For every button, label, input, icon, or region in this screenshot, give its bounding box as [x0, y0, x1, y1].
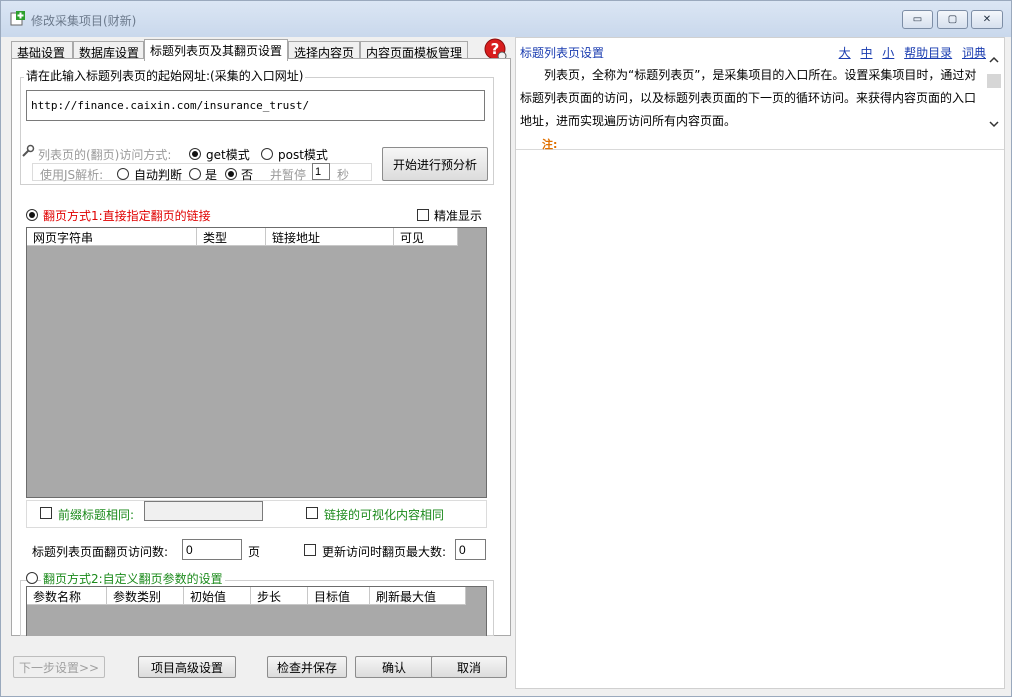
update-max-checkbox[interactable] — [304, 544, 316, 556]
close-button[interactable]: ✕ — [971, 10, 1003, 29]
help-scrollbar[interactable] — [986, 52, 1003, 148]
get-mode-label: get模式 — [206, 148, 250, 162]
col-param-type[interactable]: 参数类别 — [107, 587, 184, 605]
font-small-link[interactable]: 小 — [882, 46, 894, 60]
mode1-radio[interactable] — [26, 209, 38, 221]
tab-panel: 请在此输入标题列表页的起始网址:(采集的入口网址) 列表页的(翻页)访问方式: … — [11, 58, 511, 636]
col-target-value[interactable]: 目标值 — [308, 587, 370, 605]
help-title: 标题列表页设置 — [520, 46, 605, 60]
start-url-input[interactable] — [26, 90, 485, 121]
col-visible[interactable]: 可见 — [394, 228, 458, 246]
custom-params-grid[interactable]: 参数名称 参数类别 初始值 步长 目标值 刷新最大值 — [26, 586, 487, 636]
visual-same-checkbox[interactable] — [306, 507, 318, 519]
scroll-down-icon[interactable] — [988, 118, 1000, 130]
js-auto-radio[interactable] — [117, 168, 129, 180]
maximize-icon: ▢ — [947, 14, 958, 25]
tab-list-paging[interactable]: 标题列表页及其翻页设置 — [144, 39, 288, 61]
js-yes-radio[interactable] — [189, 168, 201, 180]
precise-display-checkbox[interactable] — [417, 209, 429, 221]
font-medium-link[interactable]: 中 — [860, 46, 872, 60]
wrench-icon — [22, 144, 35, 157]
visits-input[interactable] — [182, 539, 242, 560]
cancel-button[interactable]: 取消 — [431, 656, 507, 678]
visual-same-label: 链接的可视化内容相同 — [324, 508, 445, 522]
help-note: 注: — [542, 138, 558, 151]
advanced-settings-button[interactable]: 项目高级设置 — [138, 656, 236, 678]
js-parse-label: 使用JS解析: — [40, 168, 104, 182]
visits-label: 标题列表页面翻页访问数: — [32, 545, 169, 559]
update-max-label: 更新访问时翻页最大数: — [322, 545, 447, 559]
minimize-icon: ▭ — [912, 14, 923, 25]
js-no-label: 否 — [241, 168, 254, 182]
js-no-radio[interactable] — [225, 168, 237, 180]
access-mode-label: 列表页的(翻页)访问方式: — [38, 148, 172, 162]
prefix-same-checkbox[interactable] — [40, 507, 52, 519]
post-mode-radio[interactable] — [261, 148, 273, 160]
paging-links-grid[interactable]: 网页字符串 类型 链接地址 可见 — [26, 227, 487, 498]
help-links: 大 中 小 帮助目录 词典 — [833, 44, 986, 61]
seconds-label: 秒 — [337, 168, 350, 182]
ok-button[interactable]: 确认 — [355, 656, 433, 678]
maximize-button[interactable]: ▢ — [937, 10, 968, 29]
mode1-label: 翻页方式1:直接指定翻页的链接 — [43, 209, 211, 223]
col-page-string[interactable]: 网页字符串 — [27, 228, 197, 246]
mode2-radio[interactable] — [26, 572, 38, 584]
js-yes-label: 是 — [205, 168, 218, 182]
prefix-same-label: 前缀标题相同: — [58, 508, 135, 522]
scroll-up-icon[interactable] — [988, 54, 1000, 66]
get-mode-radio[interactable] — [189, 148, 201, 160]
app-plus-icon — [10, 11, 25, 26]
help-index-link[interactable]: 帮助目录 — [904, 46, 952, 60]
check-save-button[interactable]: 检查并保存 — [267, 656, 347, 678]
col-step[interactable]: 步长 — [251, 587, 308, 605]
col-type[interactable]: 类型 — [197, 228, 266, 246]
js-auto-label: 自动判断 — [134, 168, 183, 182]
post-mode-label: post模式 — [278, 148, 328, 162]
page-unit-label: 页 — [248, 545, 261, 559]
help-body-text: 列表页，全称为“标题列表页”，是采集项目的入口所在。设置采集项目时，通过对标题列… — [520, 68, 977, 128]
font-large-link[interactable]: 大 — [839, 46, 851, 60]
prefix-title-input[interactable] — [144, 501, 263, 521]
help-panel: 标题列表页设置 大 中 小 帮助目录 词典 列表页，全称为“标题列表页”，是采集… — [515, 37, 1005, 689]
col-initial-value[interactable]: 初始值 — [184, 587, 251, 605]
mode2-label: 翻页方式2:自定义翻页参数的设置 — [41, 570, 225, 587]
main-window: 修改采集项目(财新) ▭ ▢ ✕ 基础设置 数据库设置 标题列表页及其翻页设置 … — [0, 0, 1012, 697]
window-title: 修改采集项目(财新) — [31, 14, 137, 28]
help-header: 标题列表页设置 大 中 小 帮助目录 词典 列表页，全称为“标题列表页”，是采集… — [516, 38, 1004, 151]
scroll-thumb[interactable] — [987, 74, 1001, 88]
update-max-input[interactable] — [455, 539, 486, 560]
close-icon: ✕ — [982, 14, 992, 25]
client-area: 基础设置 数据库设置 标题列表页及其翻页设置 选择内容页 内容页面模板管理 ? … — [7, 37, 1005, 690]
start-url-group-label: 请在此输入标题列表页的起始网址:(采集的入口网址) — [24, 67, 306, 84]
precise-display-label: 精准显示 — [434, 209, 483, 223]
dictionary-link[interactable]: 词典 — [962, 46, 986, 60]
col-param-name[interactable]: 参数名称 — [27, 587, 107, 605]
preanalyze-button[interactable]: 开始进行预分析 — [382, 147, 488, 181]
pause-seconds-input[interactable] — [312, 163, 330, 180]
col-refresh-max[interactable]: 刷新最大值 — [370, 587, 466, 605]
col-link-url[interactable]: 链接地址 — [266, 228, 394, 246]
title-bar: 修改采集项目(财新) ▭ ▢ ✕ — [1, 1, 1011, 37]
minimize-button[interactable]: ▭ — [902, 10, 933, 29]
pause-label: 并暂停 — [270, 168, 307, 182]
next-step-button[interactable]: 下一步设置>> — [13, 656, 105, 678]
